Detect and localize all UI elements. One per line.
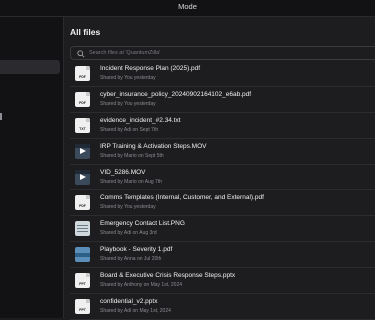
document-icon: PPT xyxy=(75,299,90,315)
file-shared-info: Shared by Anthony on May 1st, 2024 xyxy=(100,282,182,289)
file-row[interactable]: PDF Incident Response Plan (2025).pdf Shar… xyxy=(70,61,375,87)
file-row[interactable]: VID_5286.MOV Shared by Mario on Aug 7th xyxy=(70,165,375,191)
file-type-label: PDF xyxy=(79,204,86,209)
sidebar xyxy=(0,17,64,318)
file-name: Board & Executive Crisis Response Steps.… xyxy=(100,272,236,280)
file-row[interactable]: PPT confidential_v2.pptx Shared by Adi on … xyxy=(70,294,375,320)
search-icon xyxy=(77,50,85,58)
file-row[interactable]: IRP Training & Activation Steps.MOV Share… xyxy=(70,139,375,165)
file-name: IRP Training & Activation Steps.MOV xyxy=(100,142,207,150)
file-type-label: TXT xyxy=(79,126,86,131)
file-row[interactable]: PPT Board & Executive Crisis Response Ste… xyxy=(70,268,375,295)
file-name: Playbook - Severity 1.pdf xyxy=(100,246,173,254)
document-icon: TXT xyxy=(75,117,90,133)
video-thumbnail-icon xyxy=(75,169,90,185)
file-name: confidential_v2.pptx xyxy=(100,298,158,306)
file-name: Comms Templates (Internal, Customer, and… xyxy=(100,194,264,202)
file-shared-info: Shared by Adi on Sept 7th xyxy=(100,126,159,133)
file-shared-info: Shared by You yesterday xyxy=(100,75,156,81)
file-name: Emergency Contact List.PNG xyxy=(100,220,185,228)
window-title: Mode xyxy=(178,2,197,11)
play-icon xyxy=(80,173,86,180)
file-type-label: PDF xyxy=(79,100,86,105)
top-bar: Mode xyxy=(0,0,375,17)
page-title: All files xyxy=(70,27,101,37)
file-row[interactable]: PDF Comms Templates (Internal, Customer, … xyxy=(70,190,375,217)
file-shared-info: Shared by Mario on Sept 5th xyxy=(100,152,164,159)
document-thumbnail-icon xyxy=(75,247,90,263)
file-shared-info: Shared by Mario on Aug 7th xyxy=(100,178,162,185)
file-row[interactable]: TXT evidence_incident_#2.34.txt Shared by … xyxy=(70,113,375,139)
file-row[interactable]: Playbook - Severity 1.pdf Shared by Anna … xyxy=(70,242,375,269)
document-icon: PDF xyxy=(75,91,90,107)
file-name: cyber_insurance_policy_20240902164102_e6… xyxy=(100,90,252,98)
image-thumbnail-icon xyxy=(75,221,90,237)
main-panel: All files PDF Incident Response Plan (202… xyxy=(64,17,375,320)
file-type-label: PPT xyxy=(79,282,86,287)
document-icon: PPT xyxy=(75,273,90,289)
video-thumbnail-icon xyxy=(75,143,90,159)
search-box[interactable] xyxy=(70,46,375,60)
file-shared-info: Shared by Anna on Jul 20th xyxy=(100,256,162,263)
file-shared-info: Shared by You yesterday xyxy=(100,204,156,211)
sidebar-selected-item[interactable] xyxy=(0,60,60,74)
file-name: Incident Response Plan (2025).pdf xyxy=(100,65,201,72)
file-name: VID_5286.MOV xyxy=(100,168,146,176)
file-type-label: PPT xyxy=(79,308,86,313)
document-icon: PDF xyxy=(75,195,90,211)
file-row[interactable]: PDF cyber_insurance_policy_20240902164102… xyxy=(70,87,375,113)
file-shared-info: Shared by You yesterday xyxy=(100,100,156,107)
file-type-label: PDF xyxy=(79,75,86,79)
file-list: PDF Incident Response Plan (2025).pdf Shar… xyxy=(70,61,375,320)
file-shared-info: Shared by Adi on Aug 3rd xyxy=(100,230,157,237)
search-input[interactable] xyxy=(89,48,369,58)
file-row[interactable]: Emergency Contact List.PNG Shared by Adi … xyxy=(70,216,375,243)
sidebar-indicator xyxy=(0,113,2,120)
file-shared-info: Shared by Adi on May 1st, 2024 xyxy=(100,308,171,315)
file-name: evidence_incident_#2.34.txt xyxy=(100,116,181,124)
play-icon xyxy=(80,147,86,154)
document-icon: PDF xyxy=(75,66,90,81)
